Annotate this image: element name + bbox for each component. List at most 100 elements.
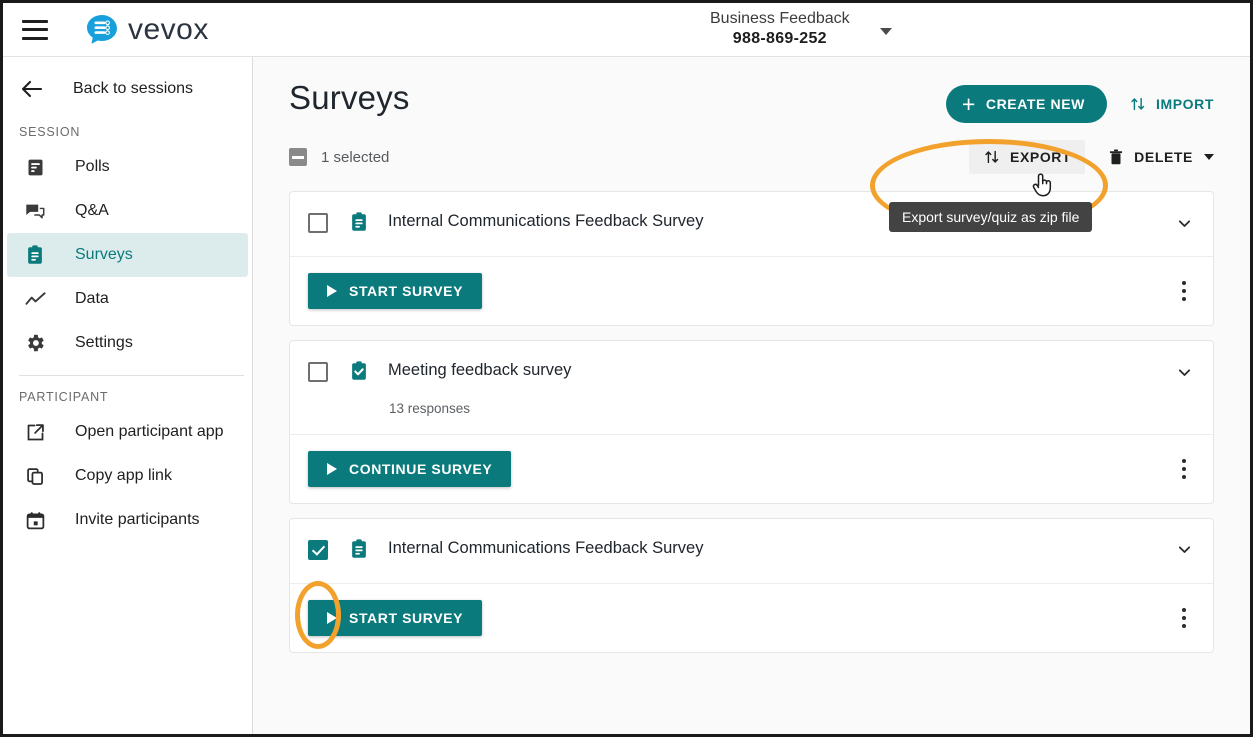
survey-select-checkbox[interactable]	[308, 539, 328, 560]
select-all-checkbox[interactable]	[289, 148, 307, 166]
more-vertical-icon[interactable]	[1173, 457, 1195, 481]
survey-title: Internal Communications Feedback Survey	[388, 538, 704, 557]
app-window: vevox Business Feedback 988-869-252 Back…	[0, 0, 1253, 737]
sidebar-divider	[19, 375, 244, 376]
start-survey-label: START SURVEY	[349, 609, 464, 626]
kebab-dot	[1182, 474, 1186, 479]
hamburger-bar	[22, 19, 48, 23]
kebab-dot	[1182, 297, 1186, 301]
trash-icon	[1107, 148, 1125, 166]
survey-response-count: 13 responses	[389, 400, 471, 416]
copy-icon	[23, 464, 47, 488]
sidebar-item-invite-participants[interactable]: Invite participants	[7, 498, 248, 542]
sidebar-item-label: Surveys	[75, 246, 133, 263]
import-arrows-icon	[1129, 95, 1147, 113]
chevron-down-icon[interactable]	[1173, 539, 1195, 561]
calendar-icon	[23, 508, 47, 532]
play-icon	[327, 611, 337, 624]
clipboard-icon	[348, 211, 370, 238]
survey-select-checkbox[interactable]	[308, 362, 328, 382]
gear-icon	[23, 331, 47, 355]
survey-card: Meeting feedback survey 13 responses CON…	[289, 340, 1214, 504]
delete-label: DELETE	[1134, 149, 1193, 165]
sidebar-item-qa[interactable]: Q&A	[7, 189, 248, 233]
import-label: IMPORT	[1155, 96, 1214, 112]
sidebar-item-label: Open participant app	[75, 423, 224, 440]
import-button[interactable]: IMPORT	[1129, 95, 1214, 113]
play-icon	[327, 462, 337, 475]
session-selector[interactable]: Business Feedback 988-869-252	[710, 9, 892, 49]
survey-list: Internal Communications Feedback Survey …	[289, 191, 1214, 653]
sidebar-item-polls[interactable]: Polls	[7, 145, 248, 189]
trend-line-icon	[23, 287, 47, 311]
plus-icon: +	[961, 90, 976, 117]
brand-logo[interactable]: vevox	[85, 13, 209, 47]
kebab-dot	[1182, 623, 1186, 628]
sidebar-item-surveys[interactable]: Surveys	[7, 233, 248, 277]
sidebar-item-label: Polls	[75, 158, 110, 175]
continue-survey-button[interactable]: CONTINUE SURVEY	[308, 450, 512, 487]
kebab-dot	[1182, 281, 1186, 285]
chevron-down-icon[interactable]	[879, 27, 892, 35]
hamburger-bar	[22, 36, 48, 40]
survey-card-header: Meeting feedback survey 13 responses	[290, 341, 1213, 434]
kebab-dot	[1182, 458, 1186, 463]
export-tooltip: Export survey/quiz as zip file	[889, 202, 1093, 232]
vevox-speech-bubble-logo-icon	[85, 13, 119, 47]
session-info: Business Feedback 988-869-252	[710, 9, 850, 49]
export-label: EXPORT	[1010, 149, 1072, 165]
session-title: Business Feedback	[710, 10, 850, 27]
kebab-dot	[1182, 615, 1186, 620]
kebab-dot	[1182, 607, 1186, 612]
header-actions: + CREATE NEW IMPORT	[945, 79, 1214, 123]
survey-card: Internal Communications Feedback Survey …	[289, 517, 1214, 653]
back-to-sessions-button[interactable]: Back to sessions	[3, 67, 252, 111]
sidebar-item-data[interactable]: Data	[7, 277, 248, 321]
back-to-sessions-label: Back to sessions	[73, 80, 194, 97]
more-vertical-icon[interactable]	[1173, 606, 1195, 630]
delete-button[interactable]: DELETE	[1107, 148, 1214, 166]
create-new-label: CREATE NEW	[985, 96, 1085, 112]
clipboard-icon	[23, 243, 47, 267]
sidebar-group-label-session: SESSION	[19, 125, 81, 139]
sidebar-item-label: Data	[75, 290, 109, 307]
selection-toolbar: 1 selected EXPORT DELETE	[289, 135, 1214, 179]
sidebar-item-settings[interactable]: Settings	[7, 321, 248, 365]
body: Back to sessions SESSION Polls Q&A Surve…	[3, 57, 1250, 734]
survey-card-text: Meeting feedback survey 13 responses	[388, 361, 1173, 416]
chevron-down-icon[interactable]	[1173, 212, 1195, 234]
sidebar-item-copy-app-link[interactable]: Copy app link	[7, 454, 248, 498]
survey-select-checkbox[interactable]	[308, 213, 328, 233]
export-button[interactable]: EXPORT	[969, 140, 1086, 174]
sidebar-item-open-participant-app[interactable]: Open participant app	[7, 410, 248, 454]
clipboard-check-icon	[348, 360, 370, 387]
play-icon	[327, 285, 337, 297]
start-survey-label: START SURVEY	[349, 283, 464, 299]
chevron-down-icon[interactable]	[1173, 361, 1195, 383]
qa-chat-icon	[23, 199, 47, 223]
main-header: Surveys + CREATE NEW IMPORT	[289, 57, 1214, 123]
survey-card-actions: CONTINUE SURVEY	[290, 433, 1213, 503]
clipboard-icon	[348, 538, 370, 565]
kebab-dot	[1182, 289, 1186, 293]
start-survey-button[interactable]: START SURVEY	[308, 599, 483, 636]
survey-card-header: Internal Communications Feedback Survey	[290, 519, 1213, 583]
hamburger-icon[interactable]	[22, 19, 48, 40]
external-link-icon	[23, 420, 47, 444]
start-survey-button[interactable]: START SURVEY	[308, 273, 483, 309]
sidebar-item-label: Copy app link	[75, 467, 172, 484]
arrow-left-icon	[19, 76, 45, 102]
main-content: Surveys + CREATE NEW IMPORT 1 selected E…	[253, 57, 1250, 734]
survey-card-actions: START SURVEY	[290, 256, 1213, 325]
sidebar-item-label: Invite participants	[75, 511, 200, 528]
more-vertical-icon[interactable]	[1173, 279, 1195, 303]
continue-survey-label: CONTINUE SURVEY	[349, 460, 493, 477]
create-new-button[interactable]: + CREATE NEW	[945, 85, 1107, 123]
sidebar-group-label-participant: PARTICIPANT	[19, 390, 109, 404]
chevron-down-icon[interactable]	[1204, 154, 1214, 160]
kebab-dot	[1182, 466, 1186, 471]
page-title: Surveys	[289, 79, 410, 116]
top-bar: vevox Business Feedback 988-869-252	[3, 3, 1250, 57]
survey-card-actions: START SURVEY	[290, 582, 1213, 652]
selected-count-label: 1 selected	[321, 148, 390, 166]
